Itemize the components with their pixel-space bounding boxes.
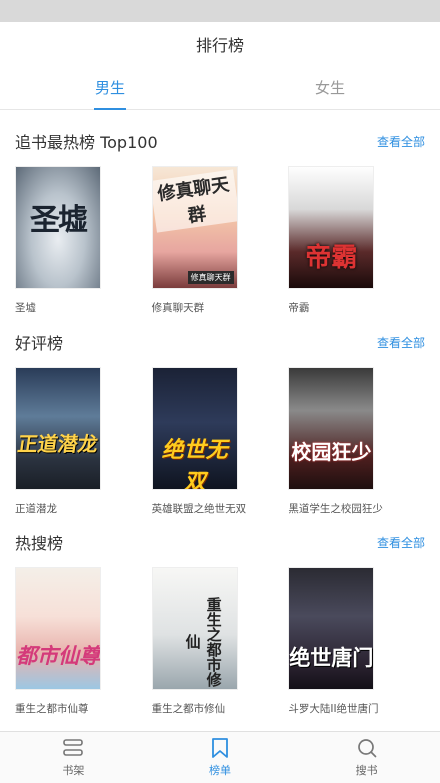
cover-title: 校园狂少	[291, 440, 372, 464]
tab-label: 女生	[314, 79, 345, 97]
section-header: 好评榜 查看全部	[0, 327, 440, 357]
section-top-rated: 好评榜 查看全部 正道潜龙 正道潜龙 绝世无双 英雄联盟之绝世无双 校园狂少 黑…	[0, 327, 440, 516]
section-hot-search: 热搜榜 查看全部 都市仙尊 重生之都市仙尊 重生之都市修仙 重生之都市修仙 绝世…	[0, 527, 440, 716]
bookshelf-icon	[62, 737, 84, 759]
book-cover[interactable]: 圣墟	[15, 166, 101, 289]
section-header: 追书最热榜 Top100 查看全部	[0, 126, 440, 156]
book-name: 斗罗大陆II绝世唐门	[288, 703, 379, 715]
search-icon	[356, 737, 378, 759]
bookmark-icon	[209, 737, 231, 759]
book-row: 圣墟 圣墟 修真聊天群 修真聊天群 修真聊天群 帝霸 帝霸	[0, 166, 440, 315]
tab-label: 男生	[94, 79, 125, 97]
book-item[interactable]: 绝世无双 英雄联盟之绝世无双	[151, 367, 289, 516]
bottom-nav: 书架 榜单 搜书	[0, 731, 440, 783]
tab-active-indicator	[94, 108, 126, 110]
cover-title: 绝世无双	[161, 438, 228, 490]
cover-title: 正道潜龙	[16, 432, 100, 456]
book-item[interactable]: 绝世唐门 斗罗大陆II绝世唐门	[288, 567, 425, 716]
page-title: 排行榜	[195, 36, 244, 55]
book-item[interactable]: 校园狂少 黑道学生之校园狂少	[288, 367, 425, 516]
cover-title: 圣墟	[30, 203, 88, 238]
book-name: 英雄联盟之绝世无双	[151, 503, 247, 515]
status-bar	[0, 0, 440, 22]
book-cover[interactable]: 校园狂少	[288, 367, 375, 490]
nav-label: 书架	[62, 764, 85, 777]
gender-tabs: 男生 女生	[0, 66, 440, 110]
section-title: 追书最热榜 Top100	[15, 133, 158, 152]
nav-bookshelf[interactable]: 书架	[0, 732, 147, 783]
book-cover[interactable]: 正道潜龙	[15, 367, 101, 490]
cover-title: 绝世唐门	[289, 646, 374, 670]
book-name: 黑道学生之校园狂少	[288, 503, 383, 515]
book-cover[interactable]: 修真聊天群 修真聊天群	[151, 166, 238, 289]
book-name: 修真聊天群	[151, 302, 205, 314]
book-cover[interactable]: 绝世唐门	[288, 567, 375, 690]
header: 排行榜	[0, 22, 440, 66]
book-name: 圣墟	[15, 302, 36, 314]
tab-male[interactable]: 男生	[0, 66, 220, 110]
nav-rankings[interactable]: 榜单	[147, 732, 294, 783]
book-row: 都市仙尊 重生之都市仙尊 重生之都市修仙 重生之都市修仙 绝世唐门 斗罗大陆II…	[0, 567, 440, 716]
cover-subtitle: 修真聊天群	[187, 271, 234, 284]
nav-search[interactable]: 搜书	[293, 732, 440, 783]
book-cover[interactable]: 帝霸	[288, 166, 375, 289]
book-name: 重生之都市修仙	[151, 703, 226, 715]
book-row: 正道潜龙 正道潜龙 绝世无双 英雄联盟之绝世无双 校园狂少 黑道学生之校园狂少	[0, 367, 440, 516]
book-name: 正道潜龙	[15, 503, 57, 515]
section-hot-top100: 追书最热榜 Top100 查看全部 圣墟 圣墟 修真聊天群 修真聊天群 修真聊天群…	[0, 126, 440, 315]
book-item[interactable]: 都市仙尊 重生之都市仙尊	[15, 567, 152, 716]
cover-title: 重生之都市修仙	[183, 596, 223, 687]
book-cover[interactable]: 重生之都市修仙	[151, 567, 238, 690]
book-cover[interactable]: 都市仙尊	[15, 567, 101, 690]
section-header: 热搜榜 查看全部	[0, 527, 440, 557]
book-cover[interactable]: 绝世无双	[151, 367, 238, 490]
cover-title: 都市仙尊	[16, 644, 100, 668]
cover-title: 修真聊天群	[152, 169, 237, 233]
see-all-link[interactable]: 查看全部	[377, 534, 425, 551]
nav-label: 搜书	[355, 764, 378, 777]
nav-label: 榜单	[209, 764, 231, 777]
cover-title: 帝霸	[305, 243, 358, 273]
book-item[interactable]: 修真聊天群 修真聊天群 修真聊天群	[151, 166, 289, 315]
section-title: 热搜榜	[15, 534, 64, 553]
book-item[interactable]: 帝霸 帝霸	[288, 166, 425, 315]
book-item[interactable]: 重生之都市修仙 重生之都市修仙	[151, 567, 289, 716]
book-name: 帝霸	[288, 302, 310, 314]
tab-female[interactable]: 女生	[220, 66, 440, 109]
see-all-link[interactable]: 查看全部	[377, 334, 425, 351]
book-name: 重生之都市仙尊	[15, 703, 89, 715]
book-item[interactable]: 圣墟 圣墟	[15, 166, 152, 315]
see-all-link[interactable]: 查看全部	[377, 133, 425, 150]
section-title: 好评榜	[15, 334, 64, 353]
book-item[interactable]: 正道潜龙 正道潜龙	[15, 367, 152, 516]
